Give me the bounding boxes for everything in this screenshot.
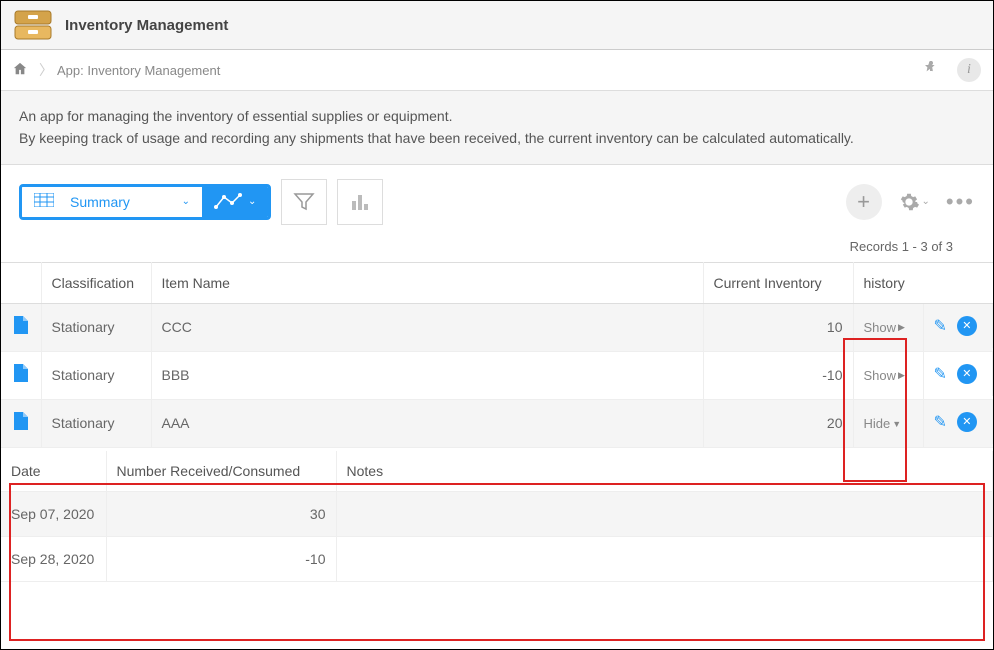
hcol-date: Date <box>1 451 106 492</box>
hcell-number: 30 <box>106 491 336 536</box>
table-icon <box>34 193 54 210</box>
hcell-notes <box>336 491 993 536</box>
col-icon <box>1 262 41 303</box>
col-item-name[interactable]: Item Name <box>151 262 703 303</box>
col-actions <box>923 262 993 303</box>
history-header-row: Date Number Received/Consumed Notes <box>1 451 993 492</box>
delete-button[interactable]: ✕ <box>957 364 977 384</box>
chevron-down-icon: ⌄ <box>922 196 930 207</box>
history-show-toggle[interactable]: Show▶ <box>864 320 905 335</box>
inventory-table: Classification Item Name Current Invento… <box>1 262 993 448</box>
triangle-right-icon: ▶ <box>898 322 905 333</box>
toolbar: Summary ⌄ ⌄ + ⌄ ••• <box>1 165 993 239</box>
delete-button[interactable]: ✕ <box>957 316 977 336</box>
hcell-date: Sep 28, 2020 <box>1 536 106 581</box>
home-icon[interactable] <box>13 62 27 79</box>
funnel-icon <box>293 191 315 213</box>
cell-item-name: AAA <box>151 399 703 447</box>
col-classification[interactable]: Classification <box>41 262 151 303</box>
cell-classification: Stationary <box>41 399 151 447</box>
description-line1: An app for managing the inventory of ess… <box>19 105 975 127</box>
hcell-date: Sep 07, 2020 <box>1 491 106 536</box>
app-cabinet-icon <box>13 9 53 41</box>
record-icon[interactable] <box>1 399 41 447</box>
gear-icon <box>898 191 920 213</box>
breadcrumb-text[interactable]: App: Inventory Management <box>57 63 220 78</box>
history-sub-table: Date Number Received/Consumed Notes Sep … <box>1 451 993 582</box>
hcell-notes <box>336 536 993 581</box>
filter-button[interactable] <box>281 179 327 225</box>
table-row: Stationary CCC 10 Show▶ ✎ ✕ <box>1 303 993 351</box>
triangle-right-icon: ▶ <box>898 370 905 381</box>
app-header: Inventory Management <box>1 1 993 50</box>
app-description: An app for managing the inventory of ess… <box>1 91 993 165</box>
view-label: Summary <box>70 194 130 210</box>
add-button[interactable]: + <box>846 184 882 220</box>
triangle-down-icon: ▼ <box>892 419 901 429</box>
history-row: Sep 07, 2020 30 <box>1 491 993 536</box>
table-header-row: Classification Item Name Current Invento… <box>1 262 993 303</box>
bar-chart-icon <box>349 191 371 213</box>
view-selector-group: Summary ⌄ ⌄ <box>19 184 271 220</box>
line-graph-icon <box>214 193 242 211</box>
table-row: Stationary AAA 20 Hide▼ ✎ ✕ <box>1 399 993 447</box>
record-icon[interactable] <box>1 303 41 351</box>
hcol-number: Number Received/Consumed <box>106 451 336 492</box>
app-title: Inventory Management <box>65 17 228 34</box>
col-current-inventory[interactable]: Current Inventory <box>703 262 853 303</box>
chart-button[interactable] <box>337 179 383 225</box>
breadcrumb-separator: 〉 <box>39 60 53 80</box>
plus-icon: + <box>857 189 870 215</box>
view-dropdown[interactable]: Summary ⌄ <box>22 187 202 217</box>
cell-classification: Stationary <box>41 351 151 399</box>
table-row: Stationary BBB -10 Show▶ ✎ ✕ <box>1 351 993 399</box>
records-info: Records 1 - 3 of 3 <box>1 239 993 262</box>
edit-button[interactable]: ✎ <box>934 364 947 384</box>
hcol-notes: Notes <box>336 451 993 492</box>
chevron-down-icon: ⌄ <box>248 196 256 207</box>
graph-button[interactable]: ⌄ <box>202 187 268 217</box>
col-history[interactable]: history <box>853 262 923 303</box>
record-icon[interactable] <box>1 351 41 399</box>
ellipsis-icon: ••• <box>946 189 975 214</box>
history-show-toggle[interactable]: Show▶ <box>864 368 905 383</box>
history-hide-toggle[interactable]: Hide▼ <box>864 416 902 431</box>
settings-button[interactable]: ⌄ <box>898 191 930 213</box>
breadcrumb: 〉 App: Inventory Management i <box>1 50 993 91</box>
delete-button[interactable]: ✕ <box>957 412 977 432</box>
cell-inventory: 10 <box>703 303 853 351</box>
cell-inventory: 20 <box>703 399 853 447</box>
cell-item-name: CCC <box>151 303 703 351</box>
cell-classification: Stationary <box>41 303 151 351</box>
hcell-number: -10 <box>106 536 336 581</box>
edit-button[interactable]: ✎ <box>934 412 947 432</box>
cell-item-name: BBB <box>151 351 703 399</box>
pin-icon[interactable] <box>925 61 937 80</box>
more-button[interactable]: ••• <box>946 189 975 215</box>
history-row: Sep 28, 2020 -10 <box>1 536 993 581</box>
info-icon[interactable]: i <box>957 58 981 82</box>
cell-inventory: -10 <box>703 351 853 399</box>
description-line2: By keeping track of usage and recording … <box>19 127 975 149</box>
chevron-down-icon: ⌄ <box>182 196 190 207</box>
edit-button[interactable]: ✎ <box>934 316 947 336</box>
